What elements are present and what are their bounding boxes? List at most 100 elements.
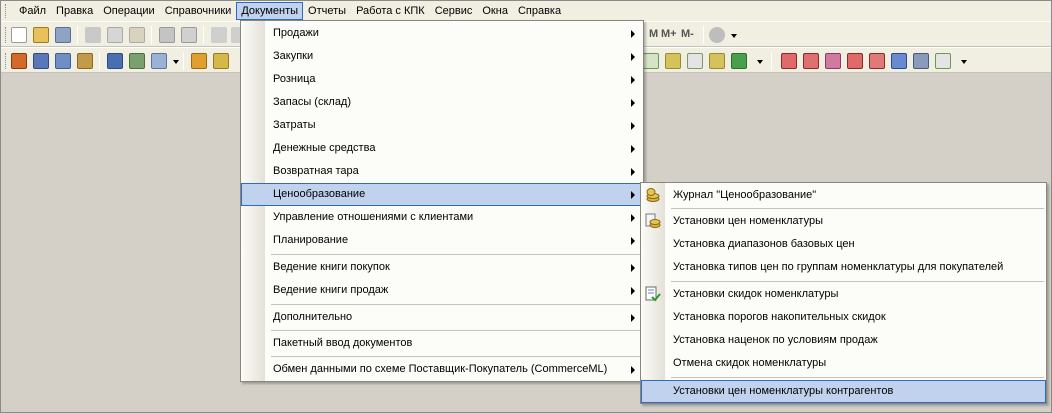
menu-item-label: Отмена скидок номенклатуры <box>673 357 827 369</box>
report-sigma-icon[interactable] <box>869 53 885 69</box>
menu-item-retail[interactable]: Розница <box>241 68 643 91</box>
menu-item-label: Ведение книги продаж <box>273 284 389 296</box>
toolbar-separator <box>183 52 184 70</box>
document-check-icon <box>645 286 661 302</box>
menu-item-label: Дополнительно <box>273 311 353 323</box>
menu-item-price-types-by-group[interactable]: Установка типов цен по группам номенклат… <box>641 256 1046 279</box>
menu-item-sales[interactable]: Продажи <box>241 22 643 45</box>
menu-item-planning[interactable]: Планирование <box>241 229 643 252</box>
paste-icon[interactable] <box>129 27 145 43</box>
report-sum-icon[interactable] <box>803 53 819 69</box>
report-check-icon[interactable] <box>935 53 951 69</box>
submenu-arrow-icon <box>631 122 635 130</box>
menu-item-label: Закупки <box>273 50 314 62</box>
toolbar-grip[interactable] <box>5 53 8 69</box>
menu-operations[interactable]: Операции <box>98 2 159 20</box>
new-document-icon[interactable] <box>11 27 27 43</box>
report-table-icon[interactable] <box>847 53 863 69</box>
menu-item-cash[interactable]: Денежные средства <box>241 137 643 160</box>
edit-list-icon[interactable] <box>151 53 167 69</box>
memory-subtract-button[interactable]: M- <box>681 28 694 40</box>
report-icon[interactable] <box>781 53 797 69</box>
menu-help[interactable]: Справка <box>513 2 566 20</box>
tools-icon[interactable] <box>709 27 725 43</box>
toolbar-grip[interactable] <box>5 27 8 43</box>
menu-item-returnable-containers[interactable]: Возвратная тара <box>241 160 643 183</box>
report-list-icon[interactable] <box>913 53 929 69</box>
menu-item-purchases[interactable]: Закупки <box>241 45 643 68</box>
memory-add-button[interactable]: M+ <box>661 28 677 40</box>
chevron-down-icon[interactable] <box>757 60 763 64</box>
menubar-grip[interactable] <box>5 4 8 18</box>
check-document-icon[interactable] <box>643 53 659 69</box>
undo-icon[interactable] <box>211 27 227 43</box>
menu-item-label: Установка диапазонов базовых цен <box>673 238 855 250</box>
menu-file[interactable]: Файл <box>14 2 51 20</box>
menu-item-counterparty-item-prices[interactable]: Установки цен номенклатуры контрагентов <box>641 380 1046 403</box>
menu-item-commerceml-exchange[interactable]: Обмен данными по схеме Поставщик-Покупат… <box>241 358 643 381</box>
coins-edit-icon[interactable] <box>709 53 725 69</box>
submenu-arrow-icon <box>631 287 635 295</box>
menu-documents[interactable]: Документы <box>236 2 304 20</box>
menu-bar: Файл Правка Операции Справочники Докумен… <box>1 1 1051 21</box>
open-folder-icon[interactable] <box>33 27 49 43</box>
menu-item-markups-by-sale-terms[interactable]: Установка наценок по условиям продаж <box>641 329 1046 352</box>
chevron-down-icon[interactable] <box>731 34 737 38</box>
menu-item-additional[interactable]: Дополнительно <box>241 306 643 329</box>
report-sigma-blue-icon[interactable] <box>891 53 907 69</box>
copy-icon[interactable] <box>107 27 123 43</box>
menu-item-purchase-book[interactable]: Ведение книги покупок <box>241 256 643 279</box>
menu-item-crm[interactable]: Управление отношениями с клиентами <box>241 206 643 229</box>
memory-recall-button[interactable]: M <box>649 28 658 40</box>
coins-icon[interactable] <box>665 53 681 69</box>
document-edit-icon[interactable] <box>687 53 703 69</box>
sales-icon[interactable] <box>191 53 207 69</box>
save-icon[interactable] <box>55 27 71 43</box>
coins-stack-icon <box>645 213 661 229</box>
menu-item-sales-book[interactable]: Ведение книги продаж <box>241 279 643 302</box>
document-stack-icon[interactable] <box>55 53 71 69</box>
menu-item-label: Продажи <box>273 27 319 39</box>
menu-item-inventory[interactable]: Запасы (склад) <box>241 91 643 114</box>
purchases-icon[interactable] <box>213 53 229 69</box>
chevron-down-icon[interactable] <box>961 60 967 64</box>
menu-pda[interactable]: Работа с КПК <box>351 2 430 20</box>
print-icon[interactable] <box>159 27 175 43</box>
menu-reports[interactable]: Отчеты <box>303 2 351 20</box>
menu-item-cancel-item-discounts[interactable]: Отмена скидок номенклатуры <box>641 352 1046 375</box>
journal-icon[interactable] <box>11 53 27 69</box>
cut-icon[interactable] <box>85 27 101 43</box>
documents-menu: Продажи Закупки Розница Запасы (склад) З… <box>240 20 644 382</box>
users-icon[interactable] <box>107 53 123 69</box>
submenu-arrow-icon <box>631 191 635 199</box>
menu-windows[interactable]: Окна <box>477 2 513 20</box>
green-document-icon[interactable] <box>731 53 747 69</box>
menu-service[interactable]: Сервис <box>430 2 478 20</box>
submenu-arrow-icon <box>631 99 635 107</box>
coins-icon <box>645 187 661 203</box>
calculator-icon[interactable] <box>129 53 145 69</box>
menu-separator <box>671 208 1044 209</box>
menu-item-costs[interactable]: Затраты <box>241 114 643 137</box>
menu-item-base-price-ranges[interactable]: Установка диапазонов базовых цен <box>641 233 1046 256</box>
toolbar-separator <box>203 26 204 44</box>
toolbar-separator <box>77 26 78 44</box>
printer-stack-icon[interactable] <box>77 53 93 69</box>
menu-item-item-discounts[interactable]: Установки скидок номенклатуры <box>641 283 1046 306</box>
document-list-icon[interactable] <box>33 53 49 69</box>
menu-item-pricing[interactable]: Ценообразование <box>241 183 643 206</box>
toolbar-separator <box>151 26 152 44</box>
menu-edit[interactable]: Правка <box>51 2 98 20</box>
menu-item-pricing-journal[interactable]: Журнал "Ценообразование" <box>641 184 1046 207</box>
report-chart-icon[interactable] <box>825 53 841 69</box>
menu-item-batch-entry[interactable]: Пакетный ввод документов <box>241 332 643 355</box>
menu-item-item-prices[interactable]: Установки цен номенклатуры <box>641 210 1046 233</box>
menu-item-label: Планирование <box>273 234 349 246</box>
menu-item-label: Установки цен номенклатуры <box>673 215 823 227</box>
menu-catalogs[interactable]: Справочники <box>160 2 237 20</box>
print-preview-icon[interactable] <box>181 27 197 43</box>
chevron-down-icon[interactable] <box>173 60 179 64</box>
submenu-arrow-icon <box>631 30 635 38</box>
menu-item-cumulative-discount-thresholds[interactable]: Установка порогов накопительных скидок <box>641 306 1046 329</box>
submenu-arrow-icon <box>631 53 635 61</box>
